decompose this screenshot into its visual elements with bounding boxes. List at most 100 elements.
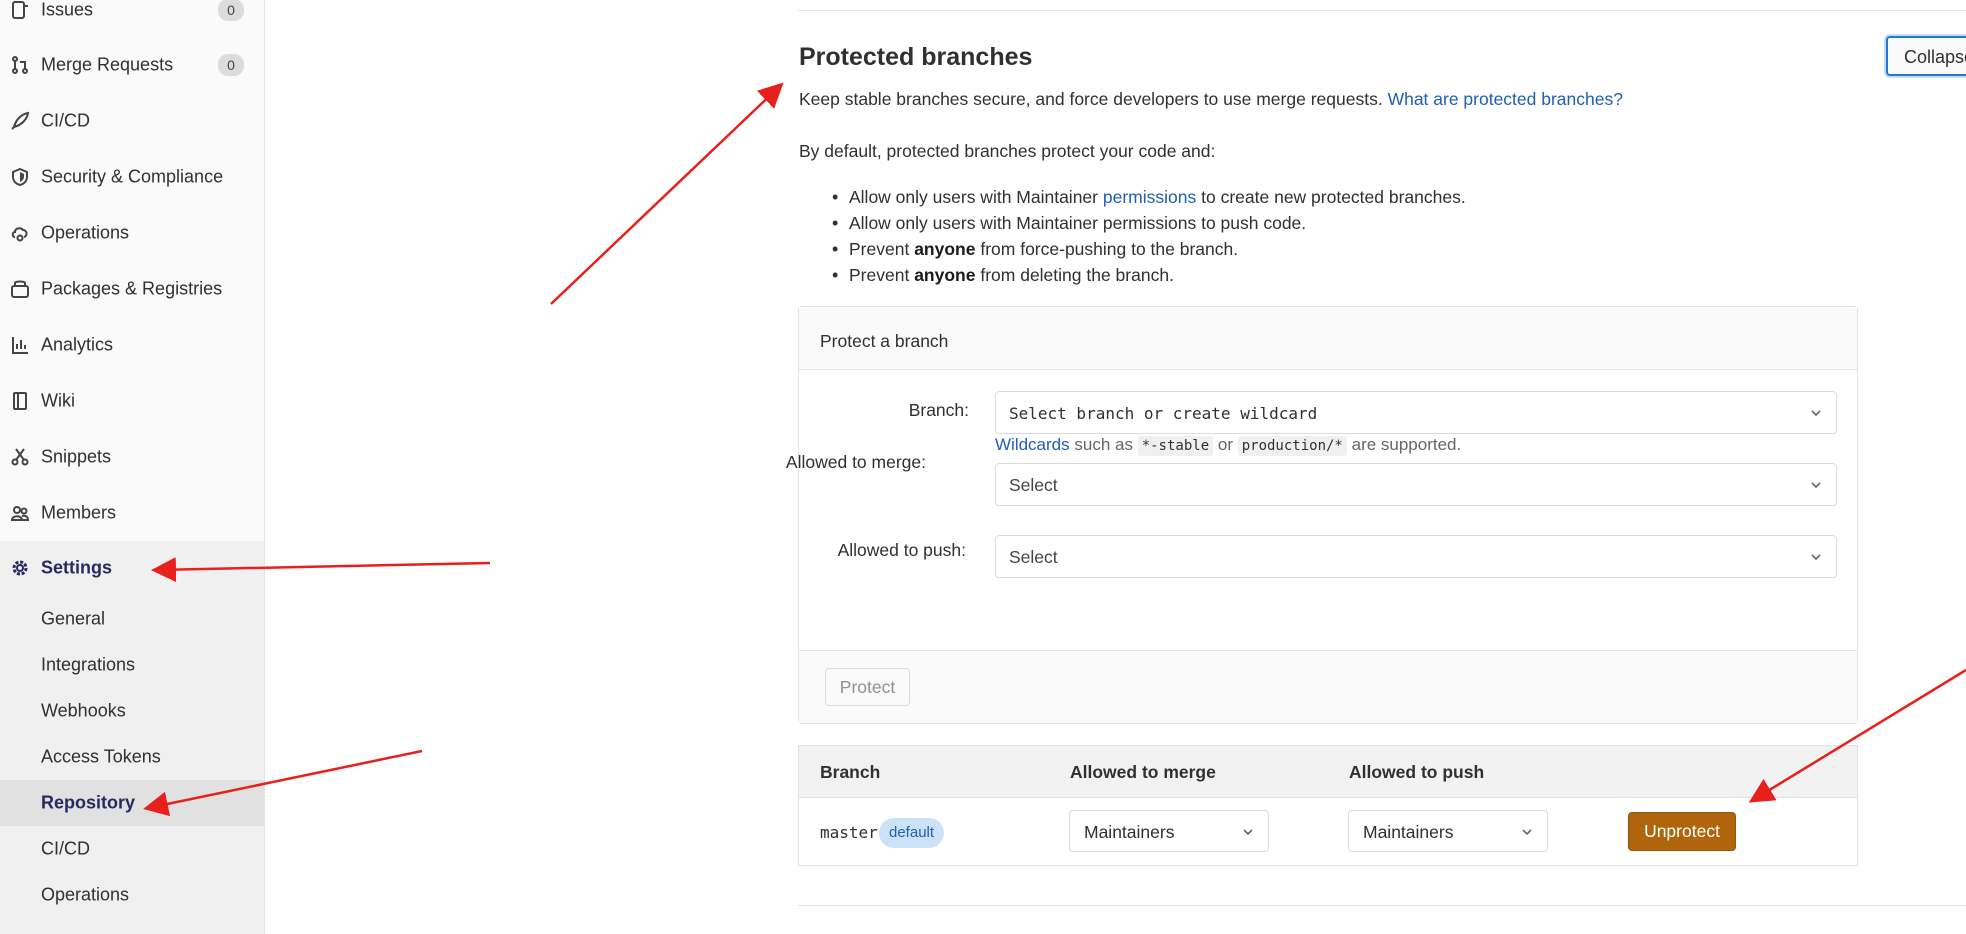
sidebar-item-security-compliance[interactable]: Security & Compliance — [0, 151, 264, 203]
chevron-down-icon — [1811, 482, 1821, 489]
section-description: Keep stable branches secure, and force d… — [799, 89, 1623, 110]
sidebar-item-label: Analytics — [41, 334, 114, 355]
chevron-down-icon — [1522, 829, 1532, 836]
rule-text: Prevent — [849, 239, 910, 259]
cloud-gear-icon — [11, 227, 28, 242]
sidebar-item-wiki[interactable]: Wiki — [0, 375, 264, 427]
allowed-to-push-value: Select — [1009, 547, 1058, 567]
sidebar-item-label: Snippets — [41, 446, 112, 467]
sidebar-item-label: Members — [41, 502, 117, 523]
collapse-button[interactable]: Collapse — [1886, 36, 1966, 76]
list-item: Allow only users with Maintainer permiss… — [832, 213, 1466, 239]
settings-sub-repository[interactable]: Repository — [0, 780, 264, 826]
sidebar-item-operations[interactable]: Operations — [0, 207, 264, 259]
allowed-to-push-dropdown-value: Maintainers — [1363, 822, 1454, 842]
hint-text: or — [1217, 435, 1233, 454]
settings-sub-access-tokens[interactable]: Access Tokens — [0, 734, 264, 780]
sidebar-item-issues[interactable]: Issues 0 — [0, 0, 264, 36]
settings-sub-cicd[interactable]: CI/CD — [0, 826, 264, 872]
allowed-to-push-dropdown[interactable]: Maintainers — [1348, 810, 1548, 852]
code-snippet: production/* — [1237, 436, 1347, 456]
protection-rules-list: Allow only users with Maintainer permiss… — [832, 187, 1466, 291]
book-icon — [13, 392, 27, 410]
branch-label: Branch: — [908, 400, 969, 420]
sidebar-item-label: Wiki — [41, 390, 75, 411]
branch-select[interactable]: Select branch or create wildcard — [995, 391, 1837, 434]
rule-emphasis: anyone — [914, 265, 976, 285]
branch-select-placeholder: Select branch or create wildcard — [1009, 404, 1318, 423]
rule-emphasis: anyone — [914, 239, 976, 259]
settings-sub-label: Repository — [41, 792, 136, 813]
gear-icon — [12, 560, 28, 576]
settings-sub-label: Operations — [41, 884, 130, 905]
list-item: Prevent anyone from force-pushing to the… — [832, 239, 1466, 265]
sidebar-item-label: Issues — [41, 0, 94, 20]
settings-sub-label: Integrations — [41, 654, 136, 675]
sidebar-item-label: Merge Requests — [41, 54, 174, 75]
protected-branches-help-link[interactable]: What are protected branches? — [1388, 89, 1623, 109]
sidebar-item-snippets[interactable]: Snippets — [0, 431, 264, 483]
unprotect-button[interactable]: Unprotect — [1628, 812, 1736, 851]
settings-sub-label: Webhooks — [41, 700, 126, 721]
settings-sub-general[interactable]: General — [0, 596, 264, 642]
allowed-to-merge-label: Allowed to merge: — [776, 449, 926, 475]
permissions-link[interactable]: permissions — [1103, 187, 1196, 207]
allowed-to-merge-text: Allowed to merge: — [785, 452, 926, 472]
rule-text: from deleting the branch. — [980, 265, 1174, 285]
list-item: Prevent anyone from deleting the branch. — [832, 265, 1466, 291]
sidebar-item-label: CI/CD — [41, 110, 90, 131]
settings-sub-label: CI/CD — [41, 838, 90, 859]
section-divider — [798, 10, 1966, 11]
wildcard-hint: Wildcards such as *-stable or production… — [995, 435, 1461, 456]
page-title: Protected branches — [799, 43, 1033, 71]
package-icon — [11, 280, 29, 298]
sidebar-item-label: Packages & Registries — [41, 278, 223, 299]
sidebar-item-analytics[interactable]: Analytics — [0, 319, 264, 371]
table-header: Branch Allowed to merge Allowed to push — [799, 746, 1857, 798]
merge-request-icon — [12, 56, 28, 74]
column-header-allowed-to-push: Allowed to push — [1349, 762, 1485, 782]
section-divider — [798, 905, 1966, 906]
allowed-to-merge-select[interactable]: Select — [995, 463, 1837, 506]
protected-branches-table: Branch Allowed to merge Allowed to push … — [798, 745, 1858, 866]
issues-count-badge: 0 — [218, 0, 244, 21]
settings-sub-webhooks[interactable]: Webhooks — [0, 688, 264, 734]
chart-icon — [12, 337, 28, 354]
users-icon — [10, 506, 30, 521]
allowed-to-push-label: Allowed to push: — [837, 540, 966, 560]
column-header-allowed-to-merge: Allowed to merge — [1070, 762, 1216, 782]
settings-submenu: Settings General Integrations Webhooks A… — [0, 541, 264, 934]
wildcards-link[interactable]: Wildcards — [995, 435, 1070, 454]
rule-text: Prevent — [849, 265, 910, 285]
issues-icon — [12, 1, 28, 19]
card-footer: Protect — [799, 650, 1857, 723]
sidebar-item-label: Security & Compliance — [41, 166, 224, 187]
card-header: Protect a branch — [799, 307, 1857, 370]
settings-sub-operations[interactable]: Operations — [0, 872, 264, 918]
sidebar: Issues 0 Merge Requests 0 CI/CD Security… — [0, 0, 265, 934]
sidebar-item-cicd[interactable]: CI/CD — [0, 95, 264, 147]
merge-requests-count-badge: 0 — [218, 54, 244, 76]
description-text: Keep stable branches secure, and force d… — [799, 89, 1383, 109]
arrow-to-title — [550, 82, 784, 305]
sidebar-item-packages-registries[interactable]: Packages & Registries — [0, 263, 264, 315]
column-header-branch: Branch — [820, 762, 881, 782]
settings-sub-label: General — [41, 608, 106, 629]
intro-text: By default, protected branches protect y… — [799, 141, 1216, 161]
protect-button[interactable]: Protect — [825, 668, 910, 706]
sidebar-item-settings[interactable]: Settings — [0, 542, 264, 594]
allowed-to-merge-value: Select — [1009, 475, 1058, 495]
scissors-icon — [11, 448, 29, 466]
card-title: Protect a branch — [820, 331, 949, 351]
allowed-to-push-select[interactable]: Select — [995, 535, 1837, 578]
settings-sub-integrations[interactable]: Integrations — [0, 642, 264, 688]
allowed-to-merge-dropdown[interactable]: Maintainers — [1069, 810, 1269, 852]
sidebar-item-members[interactable]: Members — [0, 487, 264, 539]
settings-sub-label: Access Tokens — [41, 746, 161, 767]
chevron-down-icon — [1811, 410, 1821, 417]
shield-icon — [12, 167, 28, 187]
sidebar-item-label: Settings — [41, 557, 113, 578]
rocket-icon — [11, 111, 30, 130]
sidebar-item-merge-requests[interactable]: Merge Requests 0 — [0, 39, 264, 91]
rule-text: Allow only users with Maintainer — [849, 187, 1098, 207]
